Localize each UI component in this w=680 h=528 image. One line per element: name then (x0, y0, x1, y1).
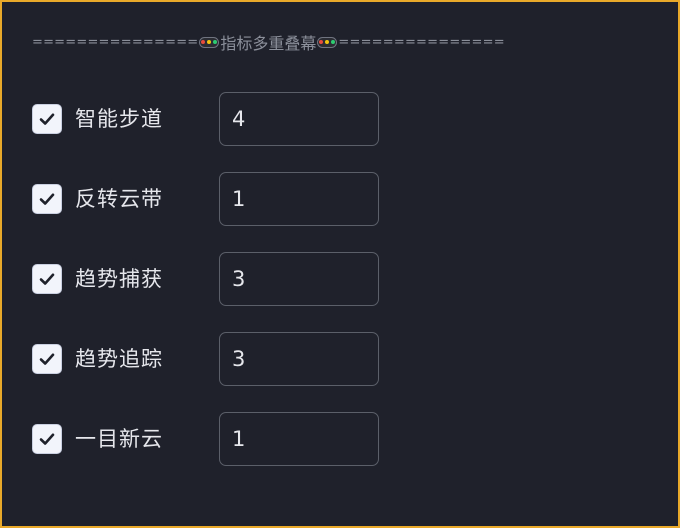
checkmark-icon (39, 273, 55, 285)
section-header: =============== 指标多重叠幕 =============== (32, 31, 505, 53)
indicator-checkbox-5[interactable] (32, 424, 62, 454)
indicator-value-input-3[interactable] (219, 252, 379, 306)
indicator-row-4: 趋势追踪 (32, 332, 392, 386)
indicator-checkbox-4[interactable] (32, 344, 62, 374)
indicator-row-5: 一目新云 (32, 412, 392, 466)
indicator-label-5: 一目新云 (75, 427, 163, 451)
traffic-light-icon (317, 36, 338, 48)
indicator-row-1: 智能步道 (32, 92, 392, 146)
checkmark-icon (39, 193, 55, 205)
indicator-label-4: 趋势追踪 (75, 347, 163, 371)
checkmark-icon (39, 353, 55, 365)
header-title: 指标多重叠幕 (220, 34, 317, 53)
indicator-value-input-4[interactable] (219, 332, 379, 386)
header-prefix: =============== (32, 34, 199, 50)
indicator-checkbox-3[interactable] (32, 264, 62, 294)
indicator-row-2: 反转云带 (32, 172, 392, 226)
indicator-row-3: 趋势捕获 (32, 252, 392, 306)
indicator-overlay-panel: =============== 指标多重叠幕 =============== 智… (0, 0, 680, 528)
indicator-value-input-2[interactable] (219, 172, 379, 226)
indicator-value-input-5[interactable] (219, 412, 379, 466)
indicator-checkbox-2[interactable] (32, 184, 62, 214)
header-suffix: =============== (338, 34, 505, 50)
indicator-value-input-1[interactable] (219, 92, 379, 146)
indicator-label-3: 趋势捕获 (75, 267, 163, 291)
indicator-label-1: 智能步道 (75, 107, 163, 131)
checkmark-icon (39, 113, 55, 125)
indicator-label-2: 反转云带 (75, 187, 163, 211)
indicator-checkbox-1[interactable] (32, 104, 62, 134)
checkmark-icon (39, 433, 55, 445)
traffic-light-icon (199, 36, 220, 48)
